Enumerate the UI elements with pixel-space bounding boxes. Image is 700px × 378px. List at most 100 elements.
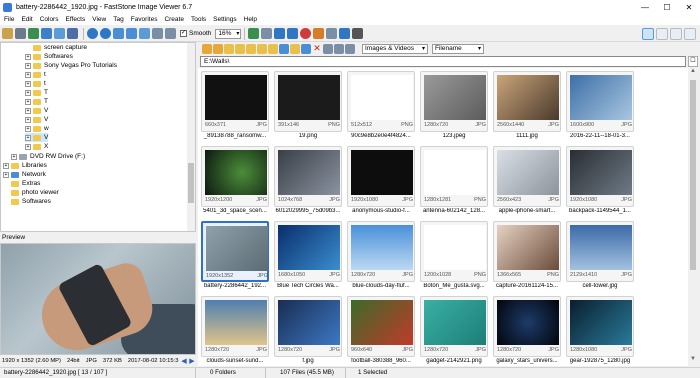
tree-item[interactable]: + t	[25, 79, 46, 88]
menu-view[interactable]: View	[92, 16, 106, 23]
menu-file[interactable]: File	[4, 16, 14, 23]
thumbnail-image[interactable]	[351, 75, 413, 120]
open-folder-icon[interactable]	[2, 28, 13, 39]
tree-item[interactable]: + Network	[3, 170, 46, 179]
thumbnail-card[interactable]: 2129x1410 JPG	[566, 221, 634, 282]
expand-icon[interactable]: +	[25, 71, 31, 78]
preview-mode-icon[interactable]	[684, 28, 696, 40]
thumbnail-filename[interactable]: clouds-sunset-sund...	[199, 358, 271, 364]
thumbnail-image[interactable]	[351, 150, 413, 195]
tree-item[interactable]: photo viewer	[11, 188, 59, 197]
smooth-toggle[interactable]: ✓ Smooth	[180, 30, 211, 37]
zoom-in-icon[interactable]	[87, 28, 98, 39]
thumbnail[interactable]: 1920x1080 JPG backpack-1149544_1...	[566, 146, 634, 216]
thumbnail-card[interactable]: 1024x768 JPG	[274, 146, 342, 207]
thumbnail-image[interactable]	[206, 226, 268, 271]
thumbnail-image[interactable]	[278, 75, 340, 120]
thumbnail-filename[interactable]: 19.png	[272, 133, 344, 139]
smooth-checkbox[interactable]: ✓	[180, 30, 187, 37]
expand-icon[interactable]: +	[25, 89, 31, 96]
fullscreen-icon[interactable]	[139, 28, 150, 39]
thumbnail-filename[interactable]: football-380388_960...	[345, 358, 417, 364]
tree-item[interactable]: + T	[25, 97, 48, 106]
thumbnail-image[interactable]	[278, 300, 340, 345]
thumbnail-filename[interactable]: cell-tower.jpg	[564, 283, 636, 289]
thumbnail-image[interactable]	[278, 225, 340, 270]
thumbnail-image[interactable]	[497, 225, 559, 270]
thumbnail-scrollbar[interactable]: ▲ ▼	[688, 68, 698, 366]
tree-item[interactable]: + T	[25, 88, 48, 97]
thumbnail-image[interactable]	[205, 150, 267, 195]
thumbnail-filename[interactable]: gadget-2142921.png	[418, 358, 490, 364]
thumbnail-filename[interactable]: battery-2286442_192...	[199, 283, 271, 289]
thumbnail[interactable]: 1280x1281 PNG antenna-602142_128...	[420, 146, 488, 216]
rotate-right-icon[interactable]	[165, 28, 176, 39]
thumbnail-card[interactable]: 1366x565 PNG	[493, 221, 561, 282]
thumbnail-card[interactable]: 1680x1050 JPG	[274, 221, 342, 282]
menu-edit[interactable]: Edit	[21, 16, 32, 23]
thumbnail-filename[interactable]: apple-iphone-smart...	[491, 208, 563, 214]
thumbnail-image[interactable]	[351, 225, 413, 270]
thumbnail-filename[interactable]: anonymous-studio-f...	[345, 208, 417, 214]
thumbnail-filename[interactable]: 90c9e8b2e0e4f4824...	[345, 133, 417, 139]
tree-item[interactable]: screen capture	[33, 43, 87, 52]
tag-icon[interactable]	[290, 43, 300, 54]
thumbnail[interactable]: 1024x768 JPG 6012029995_75d09b3...	[274, 146, 342, 216]
thumbnail-filename[interactable]: 5401_3d_space_scen...	[199, 208, 271, 214]
select-all-icon[interactable]	[301, 43, 311, 54]
scroll-up-icon[interactable]: ▲	[688, 68, 698, 78]
rotate-left-icon[interactable]	[152, 28, 163, 39]
previous-icon[interactable]: ◀	[180, 357, 188, 365]
thumbnail-card[interactable]: 2560x423 JPG	[493, 146, 561, 207]
tree-item[interactable]: + V	[25, 106, 48, 115]
hand-icon[interactable]	[261, 28, 273, 39]
favorites-icon[interactable]	[246, 43, 256, 54]
thumbnail[interactable]: 660x371 JPG _89138788_ransomw...	[201, 71, 269, 141]
menu-settings[interactable]: Settings	[213, 16, 237, 23]
maximize-button[interactable]: ☐	[656, 0, 678, 14]
thumbnail-card[interactable]: 1280x1281 PNG	[420, 146, 488, 207]
thumbnail-filename[interactable]: f.jpg	[272, 358, 344, 364]
thumbnail-card[interactable]: 1280x720 JPG	[420, 296, 488, 357]
thumbnail[interactable]: 391x146 PNG 19.png	[274, 71, 342, 141]
new-folder-icon[interactable]	[235, 43, 245, 54]
thumbnail-card[interactable]: 1280x720 JPG	[201, 296, 269, 357]
red-eye-icon[interactable]	[300, 28, 312, 39]
thumbnail-card[interactable]: 1280x720 JPG	[274, 296, 342, 357]
thumbnail[interactable]: 1200x1028 PNG Botón_Me_gusta.svg...	[420, 221, 488, 291]
menu-create[interactable]: Create	[164, 16, 184, 23]
tree-item[interactable]: Extras	[11, 179, 40, 188]
thumbnail[interactable]: 1600x900 JPG 2016-22-11--18-01-3...	[566, 71, 634, 141]
expand-icon[interactable]: +	[25, 116, 31, 123]
thumbnail-image[interactable]	[278, 150, 340, 195]
thumbnail[interactable]: 2129x1410 JPG cell-tower.jpg	[566, 221, 634, 291]
thumbnail-image[interactable]	[424, 150, 486, 195]
menu-tag[interactable]: Tag	[113, 16, 123, 23]
menu-colors[interactable]: Colors	[40, 16, 59, 23]
thumbnail[interactable]: 1280x720 JPG blue-clouds-day-fluf...	[347, 221, 415, 291]
tree-item[interactable]: + Sony Vegas Pro Tutorials	[25, 61, 117, 70]
file-type-filter[interactable]: Images & Videos	[362, 43, 428, 54]
thumbnail-filename[interactable]: 123.jpeg	[418, 133, 490, 139]
actual-size-icon[interactable]	[126, 28, 137, 39]
thumbnail-filename[interactable]: _89138788_ransomw...	[199, 133, 271, 139]
resize-icon[interactable]	[274, 28, 286, 39]
text-icon[interactable]	[352, 28, 364, 39]
thumbnail-filename[interactable]: 2016-22-11--18-01-3...	[564, 133, 636, 139]
move-to-icon[interactable]	[268, 43, 278, 54]
thumbnail[interactable]: 960x640 JPG football-380388_960...	[347, 296, 415, 366]
viewer-mode-icon[interactable]	[656, 28, 668, 40]
thumbnail-image[interactable]	[497, 150, 559, 195]
path-input[interactable]: E:\Walls\	[200, 56, 686, 67]
list-view-icon[interactable]	[345, 43, 355, 54]
acquire-icon[interactable]	[28, 28, 39, 39]
thumbnail-filename[interactable]: Blue Tech Circles Wa...	[272, 283, 344, 289]
copy-to-icon[interactable]	[257, 43, 267, 54]
color-adjust-icon[interactable]	[313, 28, 325, 39]
thumbnail-selected[interactable]: 1920x1352 JPG battery-2286442_192...	[201, 221, 269, 291]
refresh-icon[interactable]	[279, 43, 289, 54]
thumbnail-image[interactable]	[570, 150, 632, 195]
expand-icon[interactable]: +	[25, 107, 31, 114]
path-history-button[interactable]: ☐	[688, 56, 698, 67]
thumbnail[interactable]: 1280x720 JPG f.jpg	[274, 296, 342, 366]
